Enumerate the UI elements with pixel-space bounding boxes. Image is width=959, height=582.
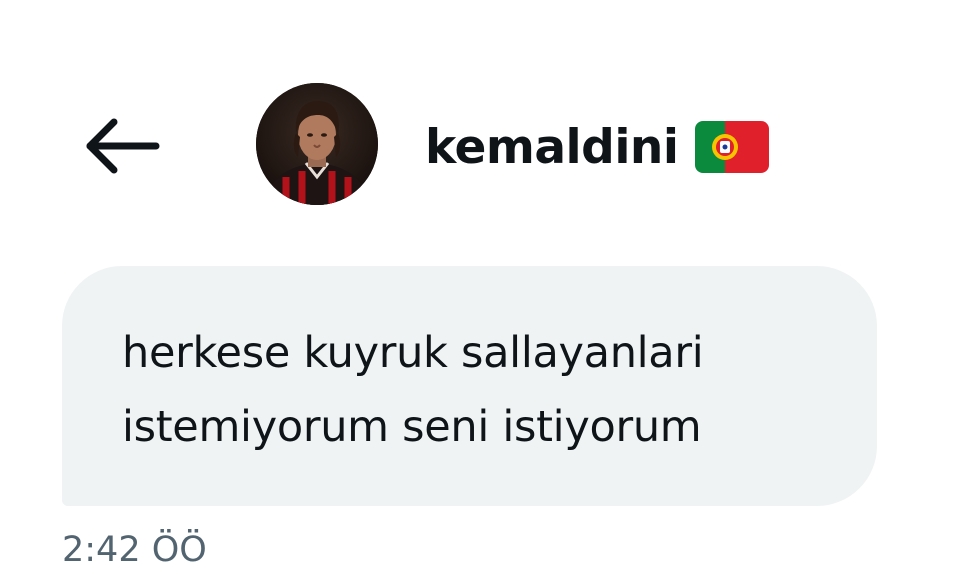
message-bubble[interactable]: herkese kuyruk sallayanlari istemiyorum … — [62, 266, 877, 506]
message-text-line-1: herkese kuyruk sallayanlari — [122, 328, 704, 378]
avatar[interactable] — [256, 83, 378, 205]
portugal-flag-icon — [694, 121, 769, 173]
back-button[interactable] — [82, 118, 162, 174]
profile-name[interactable]: kemaldini — [425, 112, 769, 182]
arrow-left-icon — [86, 118, 160, 174]
conversation-header: kemaldini — [0, 80, 959, 210]
message-text-line-2: istemiyorum seni istiyorum — [122, 402, 702, 452]
username: kemaldini — [425, 119, 679, 175]
message-timestamp: 2:42 ÖÖ — [62, 530, 207, 570]
